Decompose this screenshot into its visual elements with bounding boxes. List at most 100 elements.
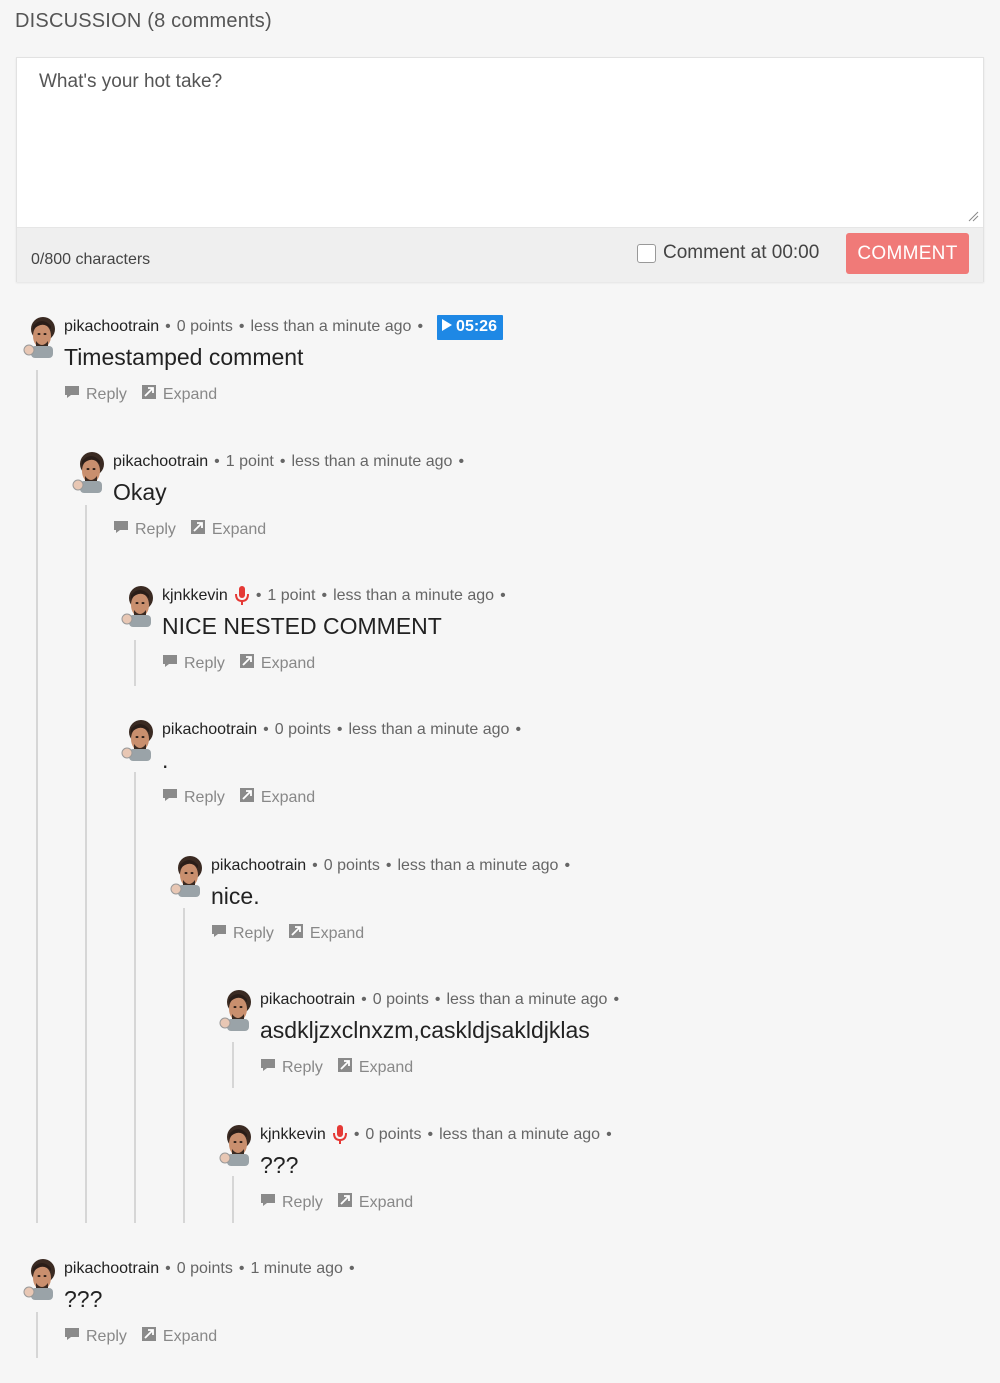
separator-dot: • — [263, 721, 269, 738]
separator-dot: • — [361, 991, 367, 1008]
avatar[interactable] — [72, 451, 106, 493]
expand-button[interactable]: Expand — [288, 923, 364, 944]
thread-line — [183, 908, 185, 1223]
reply-button[interactable]: Reply — [64, 1326, 127, 1347]
comment-time: less than a minute ago — [397, 857, 559, 874]
expand-icon — [141, 384, 157, 405]
separator-dot: • — [165, 318, 171, 335]
expand-label: Expand — [358, 1058, 414, 1076]
avatar[interactable] — [23, 1258, 57, 1300]
comment-time: less than a minute ago — [333, 587, 495, 604]
expand-icon — [239, 787, 255, 808]
reply-icon — [64, 385, 80, 404]
comment-input[interactable] — [17, 58, 983, 226]
timestamp-badge[interactable]: 05:26 — [437, 314, 503, 340]
expand-button[interactable]: Expand — [239, 653, 315, 674]
thread-line — [134, 640, 136, 686]
comment-username[interactable]: pikachootrain — [64, 318, 159, 336]
microphone-icon — [234, 585, 250, 607]
expand-button[interactable]: Expand — [337, 1192, 413, 1213]
reply-button[interactable]: Reply — [64, 384, 127, 405]
comment-points: 0 points — [365, 1126, 422, 1143]
avatar[interactable] — [121, 719, 155, 761]
expand-icon — [190, 519, 206, 540]
reply-label: Reply — [184, 788, 225, 806]
avatar[interactable] — [170, 855, 204, 897]
separator-dot: • — [434, 991, 441, 1008]
comment-username[interactable]: pikachootrain — [64, 1260, 159, 1278]
separator-dot: • — [312, 857, 318, 874]
comment-points: 0 points — [274, 721, 331, 738]
reply-label: Reply — [86, 385, 127, 403]
expand-label: Expand — [309, 924, 365, 942]
avatar[interactable] — [23, 316, 57, 358]
expand-icon — [337, 1057, 353, 1078]
reply-button[interactable]: Reply — [211, 923, 274, 944]
comment-actions: Reply Expand — [64, 384, 217, 405]
expand-label: Expand — [260, 788, 316, 806]
reply-icon — [260, 1058, 276, 1077]
play-icon — [441, 318, 453, 337]
comment-points: 0 points — [372, 991, 429, 1008]
separator-dot: • — [238, 1260, 245, 1277]
timestamp-checkbox-label: Comment at 00:00 — [663, 242, 820, 263]
expand-icon — [337, 1192, 353, 1213]
reply-icon — [113, 520, 129, 539]
separator-dot: • — [427, 1126, 434, 1143]
separator-dot: • — [417, 318, 424, 335]
comment-points: 0 points — [176, 1260, 233, 1277]
expand-button[interactable]: Expand — [239, 787, 315, 808]
reply-button[interactable]: Reply — [260, 1192, 323, 1213]
reply-label: Reply — [184, 654, 225, 672]
avatar[interactable] — [219, 989, 253, 1031]
reply-button[interactable]: Reply — [162, 653, 225, 674]
comment-actions: Reply Expand — [260, 1057, 413, 1078]
comment-actions: Reply Expand — [113, 519, 266, 540]
comment-meta: pikachootrain • 0 points • less than a m… — [260, 989, 625, 1011]
reply-button[interactable]: Reply — [113, 519, 176, 540]
expand-button[interactable]: Expand — [141, 384, 217, 405]
comment-time: less than a minute ago — [439, 1126, 601, 1143]
comment-username[interactable]: pikachootrain — [162, 721, 257, 739]
avatar[interactable] — [121, 585, 155, 627]
comment-username[interactable]: pikachootrain — [260, 991, 355, 1009]
comment-meta: pikachootrain • 0 points • less than a m… — [211, 855, 576, 877]
expand-label: Expand — [162, 1327, 218, 1345]
comment-text: NICE NESTED COMMENT — [162, 613, 442, 639]
resize-grip-icon[interactable] — [967, 210, 979, 222]
comment-meta: pikachootrain • 0 points • less than a m… — [64, 314, 503, 340]
comment-actions: Reply Expand — [162, 653, 315, 674]
comment-username[interactable]: kjnkkevin — [260, 1126, 326, 1144]
expand-button[interactable]: Expand — [141, 1326, 217, 1347]
expand-button[interactable]: Expand — [337, 1057, 413, 1078]
comment-text: nice. — [211, 883, 260, 909]
separator-dot: • — [606, 1126, 612, 1143]
timestamp-checkbox[interactable] — [637, 243, 656, 263]
comment-username[interactable]: pikachootrain — [113, 453, 208, 471]
reply-label: Reply — [86, 1327, 127, 1345]
comment-actions: Reply Expand — [211, 923, 364, 944]
separator-dot: • — [613, 991, 620, 1008]
expand-button[interactable]: Expand — [190, 519, 266, 540]
reply-label: Reply — [135, 520, 176, 538]
comment-at-timestamp-toggle[interactable]: Comment at 00:00 — [637, 242, 819, 264]
reply-label: Reply — [282, 1193, 323, 1211]
reply-icon — [211, 924, 227, 943]
comment-meta: kjnkkevin • 1 point • less than a minute… — [162, 585, 512, 607]
separator-dot: • — [353, 1126, 360, 1143]
reply-icon — [260, 1193, 276, 1212]
reply-button[interactable]: Reply — [260, 1057, 323, 1078]
thread-line — [36, 370, 38, 1223]
separator-dot: • — [564, 857, 571, 874]
thread-line — [85, 505, 87, 1223]
comment-time: less than a minute ago — [291, 453, 453, 470]
composer-footer: 0/800 characters Comment at 00:00 COMMEN… — [17, 227, 983, 282]
reply-button[interactable]: Reply — [162, 787, 225, 808]
comment-username[interactable]: kjnkkevin — [162, 587, 228, 605]
separator-dot: • — [385, 857, 392, 874]
comment-username[interactable]: pikachootrain — [211, 857, 306, 875]
comment-time: less than a minute ago — [250, 318, 412, 335]
separator-dot: • — [165, 1260, 171, 1277]
avatar[interactable] — [219, 1124, 253, 1166]
comment-submit-button[interactable]: COMMENT — [846, 233, 969, 274]
